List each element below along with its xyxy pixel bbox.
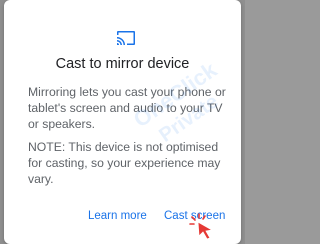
cast-screen-button[interactable]: Cast screen xyxy=(164,210,225,222)
learn-more-button[interactable]: Learn more xyxy=(88,210,147,222)
dialog-note: NOTE: This device is not optimised for c… xyxy=(28,140,221,186)
dialog-actions: Learn more Cast screen xyxy=(4,210,241,228)
cast-dialog: Cast to mirror device Mirroring lets you… xyxy=(4,0,241,244)
dialog-description: Mirroring lets you cast your phone or ta… xyxy=(28,85,226,131)
cast-icon xyxy=(116,30,136,46)
dialog-title: Cast to mirror device xyxy=(55,56,190,72)
